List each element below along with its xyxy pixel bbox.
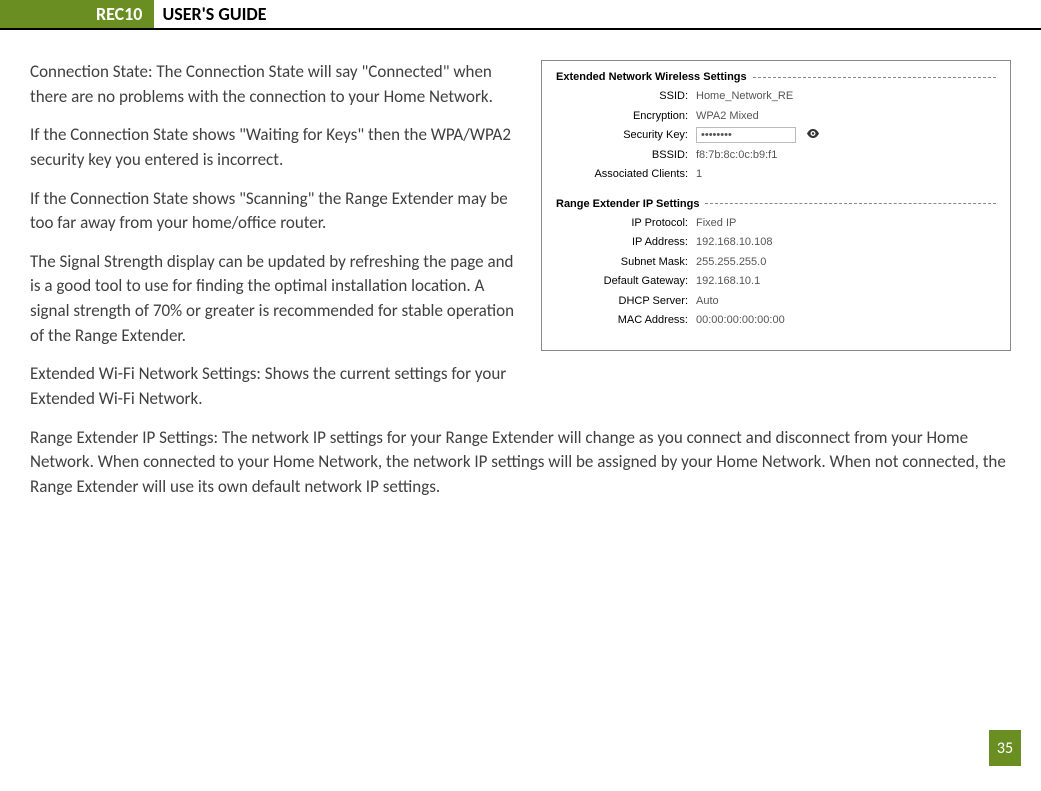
value-associated-clients: 1 [696,166,996,183]
settings-screenshot-panel: Extended Network Wireless Settings SSID:… [541,60,1011,351]
product-badge: REC10 [90,0,154,28]
value-bssid: f8:7b:8c:0c:b9:f1 [696,147,996,164]
row-ssid: SSID: Home_Network_RE [556,88,996,105]
label-subnet-mask: Subnet Mask: [556,254,696,271]
header-accent-bar [0,0,90,28]
row-subnet-mask: Subnet Mask: 255.255.255.0 [556,254,996,271]
label-encryption: Encryption: [556,108,696,125]
label-ip-address: IP Address: [556,234,696,251]
label-default-gateway: Default Gateway: [556,273,696,290]
row-security-key: Security Key: [556,127,996,144]
row-ip-protocol: IP Protocol: Fixed IP [556,215,996,232]
value-dhcp-server: Auto [696,293,996,310]
page-header: REC10 USER'S GUIDE [0,0,1041,30]
value-subnet-mask: 255.255.255.0 [696,254,996,271]
label-mac-address: MAC Address: [556,312,696,329]
label-ssid: SSID: [556,88,696,105]
panel-section-wireless-title: Extended Network Wireless Settings [556,71,996,84]
value-mac-address: 00:00:00:00:00:00 [696,312,996,329]
value-default-gateway: 192.168.10.1 [696,273,996,290]
row-associated-clients: Associated Clients: 1 [556,166,996,183]
row-encryption: Encryption: WPA2 Mixed [556,108,996,125]
paragraph-extended-wifi: Extended Wi-Fi Network Settings: Shows t… [30,362,1011,411]
panel-section-ip-title: Range Extender IP Settings [556,198,996,211]
page-content: Extended Network Wireless Settings SSID:… [0,30,1041,514]
page-title: USER'S GUIDE [162,0,266,28]
page-number: 35 [989,730,1021,766]
value-security-key [696,127,996,144]
label-security-key: Security Key: [556,127,696,144]
value-ip-protocol: Fixed IP [696,215,996,232]
row-dhcp-server: DHCP Server: Auto [556,293,996,310]
value-encryption: WPA2 Mixed [696,108,996,125]
row-bssid: BSSID: f8:7b:8c:0c:b9:f1 [556,147,996,164]
label-bssid: BSSID: [556,147,696,164]
value-ssid: Home_Network_RE [696,88,996,105]
security-key-input[interactable] [696,127,796,143]
paragraph-ip-settings: Range Extender IP Settings: The network … [30,426,1011,500]
eye-icon[interactable] [807,127,819,144]
label-ip-protocol: IP Protocol: [556,215,696,232]
row-mac-address: MAC Address: 00:00:00:00:00:00 [556,312,996,329]
row-default-gateway: Default Gateway: 192.168.10.1 [556,273,996,290]
label-dhcp-server: DHCP Server: [556,293,696,310]
value-ip-address: 192.168.10.108 [696,234,996,251]
label-associated-clients: Associated Clients: [556,166,696,183]
row-ip-address: IP Address: 192.168.10.108 [556,234,996,251]
